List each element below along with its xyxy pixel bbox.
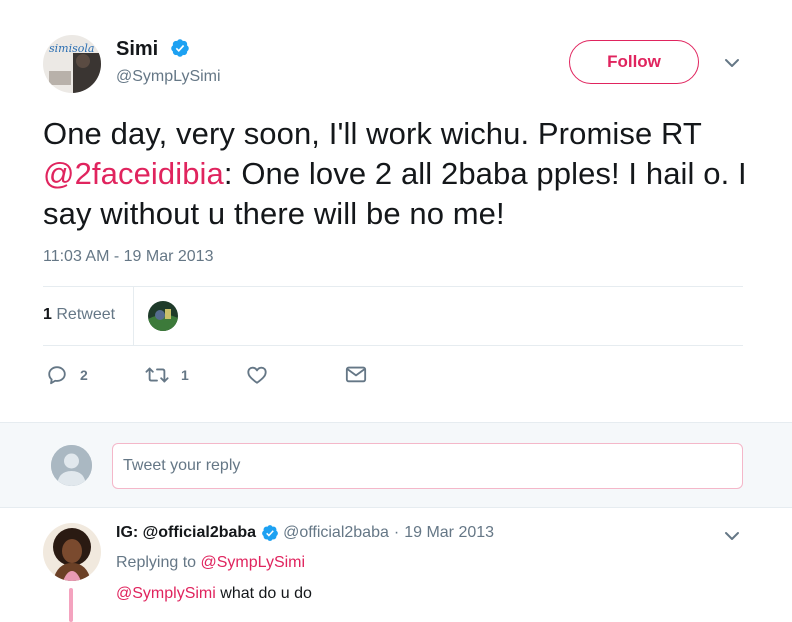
default-avatar-icon [51,445,92,486]
reply-author-handle[interactable]: @official2baba [283,524,389,542]
follow-button[interactable]: Follow [569,40,699,84]
replying-to-prefix: Replying to [116,554,197,571]
reply-header: IG: @official2baba @official2baba · 19 M… [116,524,494,542]
like-action[interactable] [246,364,268,386]
verified-icon [171,39,189,57]
tweet: simisola Simi @SympLySimi Follow One day… [0,0,792,422]
reply-icon [48,366,66,385]
reply-mention-link[interactable]: @SymplySimi [116,585,216,602]
replying-to: Replying to @SympLySimi [116,554,305,572]
author-name[interactable]: Simi [116,38,158,61]
retweet-count: 1 [181,367,189,383]
author-handle[interactable]: @SympLySimi [116,68,221,86]
reply-text: @SymplySimi what do u do [116,585,312,603]
tweet-text: One day, very soon, I'll work wichu. Pro… [43,114,753,234]
reply-author-name[interactable]: IG: @official2baba [116,524,256,542]
reply-date[interactable]: 19 Mar 2013 [404,524,494,542]
reply-input[interactable] [112,443,743,489]
reply-action[interactable]: 2 [46,364,88,386]
chevron-down-icon[interactable] [723,529,741,543]
reply-count: 2 [80,367,88,383]
reply-author-avatar[interactable] [43,523,101,581]
verified-icon [262,525,278,541]
retweeter-avatar[interactable] [148,301,178,331]
avatar-logo-text: simisola [49,42,94,55]
tweet-text-before: One day, very soon, I'll work wichu. Pro… [43,116,702,151]
retweet-stat-count: 1 [43,306,52,323]
like-icon [247,366,267,384]
direct-message-action[interactable] [345,364,367,384]
retweet-icon [145,367,169,383]
divider [43,286,743,287]
retweet-action[interactable]: 1 [145,364,189,386]
reply-tweet: IG: @official2baba @official2baba · 19 M… [0,508,792,622]
divider [43,345,743,346]
retweet-stat-label: Retweet [56,306,116,323]
reply-text-body: what do u do [220,585,312,602]
author-avatar[interactable]: simisola [43,35,101,93]
stats-divider [133,287,134,345]
meta-separator: · [393,524,400,541]
thread-line [69,588,73,622]
direct-message-icon [345,366,367,383]
tweet-mention-link[interactable]: @2faceidibia [43,156,224,191]
tweet-timestamp[interactable]: 11:03 AM - 19 Mar 2013 [43,248,213,266]
retweet-stat[interactable]: 1 Retweet [43,306,115,324]
chevron-down-icon[interactable] [723,56,741,70]
replying-to-link[interactable]: @SympLySimi [201,554,306,571]
reply-composer [0,422,792,508]
